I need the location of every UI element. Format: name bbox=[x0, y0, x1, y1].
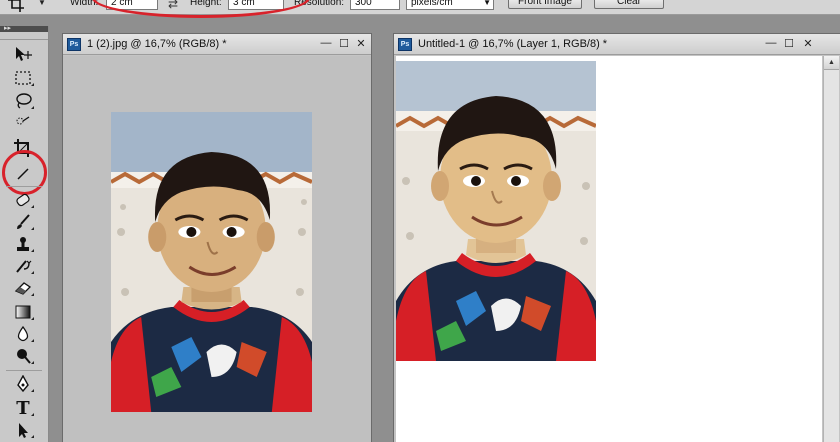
resolution-label: Resolution: bbox=[294, 0, 345, 8]
dodge-tool-icon bbox=[17, 349, 31, 364]
height-label: Height: bbox=[190, 0, 222, 8]
maximize-icon[interactable]: ☐ bbox=[782, 37, 796, 50]
type-tool-icon: T bbox=[16, 397, 30, 419]
dodge-tool-button[interactable] bbox=[10, 346, 36, 366]
healing-brush-tool-button[interactable] bbox=[10, 190, 36, 210]
options-bar: ▼ Width: 2 cm ⇄ Height: 3 cm Resolution:… bbox=[0, 0, 840, 18]
brush-tool-button[interactable] bbox=[10, 212, 36, 232]
height-field[interactable]: 3 cm bbox=[228, 0, 284, 10]
chevron-down-icon: ▼ bbox=[38, 0, 46, 7]
brush-tool-icon bbox=[17, 214, 30, 229]
lasso-tool-icon bbox=[16, 93, 32, 109]
marquee-tool-icon bbox=[15, 71, 31, 85]
minimize-icon[interactable]: — bbox=[764, 37, 778, 49]
width-field[interactable]: 2 cm bbox=[106, 0, 158, 10]
front-image-button[interactable]: Front Image bbox=[508, 0, 582, 9]
window-titlebar[interactable]: Ps 1 (2).jpg @ 16,7% (RGB/8) * — ☐ ✕ bbox=[63, 34, 371, 55]
pasted-photo-layer bbox=[396, 61, 596, 361]
document-window-source[interactable]: Ps 1 (2).jpg @ 16,7% (RGB/8) * — ☐ ✕ bbox=[62, 33, 372, 442]
canvas-area[interactable] bbox=[396, 56, 822, 442]
tool-preset-picker[interactable]: ▼ bbox=[6, 0, 50, 14]
clone-stamp-tool-button[interactable] bbox=[10, 234, 36, 254]
swap-arrows-icon[interactable]: ⇄ bbox=[168, 0, 178, 11]
clear-button[interactable]: Clear bbox=[594, 0, 664, 9]
blur-tool-icon bbox=[17, 325, 29, 342]
toolbox-grip[interactable] bbox=[0, 32, 48, 40]
vertical-scrollbar[interactable]: ▲ bbox=[823, 56, 839, 442]
eraser-tool-icon bbox=[14, 282, 32, 295]
gradient-tool-icon bbox=[15, 305, 31, 319]
clone-stamp-tool-icon bbox=[17, 237, 29, 251]
path-selection-tool-button[interactable] bbox=[10, 420, 36, 440]
maximize-icon[interactable]: ☐ bbox=[337, 37, 351, 50]
type-tool-button[interactable]: T bbox=[10, 397, 36, 419]
slice-tool-button[interactable] bbox=[10, 166, 36, 182]
window-titlebar[interactable]: Ps Untitled-1 @ 16,7% (Layer 1, RGB/8) *… bbox=[394, 34, 840, 55]
resolution-field[interactable]: 300 bbox=[350, 0, 400, 10]
gradient-tool-button[interactable] bbox=[10, 302, 36, 322]
move-tool-icon bbox=[16, 47, 32, 61]
document-window-untitled[interactable]: Ps Untitled-1 @ 16,7% (Layer 1, RGB/8) *… bbox=[393, 33, 840, 442]
marquee-tool-button[interactable] bbox=[10, 68, 36, 88]
quick-selection-tool-icon bbox=[16, 116, 30, 125]
move-tool-button[interactable] bbox=[10, 44, 36, 64]
chevron-down-icon: ▼ bbox=[483, 0, 491, 7]
collapse-icon[interactable]: ▸▸ bbox=[4, 24, 11, 32]
close-icon[interactable]: ✕ bbox=[801, 37, 815, 50]
history-brush-tool-button[interactable] bbox=[10, 256, 36, 276]
pen-tool-button[interactable] bbox=[10, 374, 36, 394]
slice-tool-icon bbox=[17, 168, 29, 180]
boy-portrait-image bbox=[396, 61, 596, 361]
resolution-units-value: pixels/cm bbox=[411, 0, 453, 8]
window-title: 1 (2).jpg @ 16,7% (RGB/8) * bbox=[87, 38, 227, 50]
crop-tool-icon bbox=[8, 0, 24, 12]
scroll-up-icon[interactable]: ▲ bbox=[824, 56, 839, 70]
pen-tool-icon bbox=[17, 375, 29, 393]
history-brush-tool-icon bbox=[16, 260, 32, 273]
ps-icon: Ps bbox=[398, 38, 412, 51]
minimize-icon[interactable]: — bbox=[319, 37, 333, 49]
resolution-units-select[interactable]: pixels/cm ▼ bbox=[406, 0, 494, 10]
eraser-tool-button[interactable] bbox=[10, 278, 36, 298]
source-photo bbox=[111, 112, 312, 412]
boy-portrait-image bbox=[111, 112, 312, 412]
toolbox: ▸▸ T bbox=[0, 24, 49, 442]
blur-tool-button[interactable] bbox=[10, 324, 36, 344]
healing-brush-tool-icon bbox=[16, 193, 30, 207]
lasso-tool-button[interactable] bbox=[10, 91, 36, 111]
path-selection-tool-icon bbox=[19, 423, 28, 438]
quick-selection-tool-button[interactable] bbox=[10, 114, 36, 128]
canvas-area[interactable] bbox=[63, 56, 371, 442]
ps-icon: Ps bbox=[67, 38, 81, 51]
width-label: Width: bbox=[70, 0, 99, 8]
window-title: Untitled-1 @ 16,7% (Layer 1, RGB/8) * bbox=[418, 38, 608, 50]
close-icon[interactable]: ✕ bbox=[354, 37, 368, 50]
